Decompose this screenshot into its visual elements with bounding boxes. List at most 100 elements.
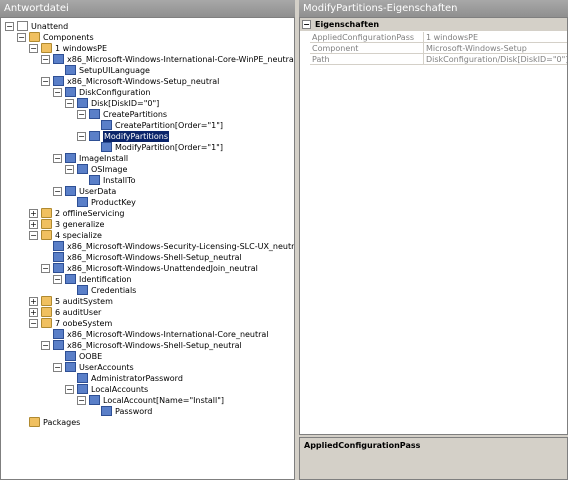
- tree-item-label[interactable]: AdministratorPassword: [91, 373, 183, 384]
- collapse-icon[interactable]: −: [77, 110, 86, 119]
- component-icon: [53, 340, 64, 350]
- property-row-applied-pass[interactable]: AppliedConfigurationPass 1 windowsPE: [310, 32, 567, 43]
- answer-file-tree[interactable]: − Unattend − Components −1 windowsPE − x86_Mic…: [0, 17, 295, 480]
- collapse-icon[interactable]: −: [77, 132, 86, 141]
- collapse-icon[interactable]: −: [5, 22, 14, 31]
- property-name: Component: [312, 43, 424, 54]
- setting-icon: [89, 109, 100, 119]
- collapse-icon[interactable]: −: [65, 385, 74, 394]
- collapse-icon[interactable]: −: [53, 275, 62, 284]
- setting-icon: [101, 120, 112, 130]
- tree-item-label[interactable]: 6 auditUser: [55, 307, 101, 318]
- collapse-icon[interactable]: −: [41, 77, 50, 86]
- tree-item-label[interactable]: UserData: [79, 186, 116, 197]
- expand-icon[interactable]: +: [29, 297, 38, 306]
- property-value[interactable]: DiskConfiguration/Disk[DiskID="0"]/Modif…: [426, 54, 567, 65]
- tree-item-label[interactable]: UserAccounts: [79, 362, 134, 373]
- tree-item-label[interactable]: Password: [115, 406, 152, 417]
- tree-item-label[interactable]: 2 offlineServicing: [55, 208, 125, 219]
- property-row-path[interactable]: Path DiskConfiguration/Disk[DiskID="0"]/…: [310, 54, 567, 65]
- tree-item-label[interactable]: ProductKey: [91, 197, 136, 208]
- properties-grid[interactable]: − Eigenschaften AppliedConfigurationPass…: [299, 17, 568, 435]
- setting-icon: [77, 197, 88, 207]
- answer-file-title: Antwortdatei: [4, 3, 69, 14]
- setting-icon: [101, 406, 112, 416]
- collapse-icon[interactable]: −: [53, 187, 62, 196]
- component-icon: [53, 54, 64, 64]
- tree-item-label[interactable]: ImageInstall: [79, 153, 128, 164]
- tree-item-label[interactable]: x86_Microsoft-Windows-International-Core…: [67, 329, 269, 340]
- tree-item-label[interactable]: 7 oobeSystem: [55, 318, 112, 329]
- tree-item-label[interactable]: x86_Microsoft-Windows-Security-Licensing…: [67, 241, 294, 252]
- collapse-icon[interactable]: −: [65, 99, 74, 108]
- tree-item-label[interactable]: Packages: [43, 417, 80, 428]
- tree-item-label[interactable]: OSImage: [91, 164, 127, 175]
- tree-item-label[interactable]: 4 specialize: [55, 230, 102, 241]
- pass-icon: [41, 208, 52, 218]
- collapse-icon[interactable]: −: [41, 264, 50, 273]
- tree-item-label[interactable]: x86_Microsoft-Windows-Setup_neutral: [67, 76, 219, 87]
- collapse-icon[interactable]: −: [53, 363, 62, 372]
- tree-item-label[interactable]: x86_Microsoft-Windows-Shell-Setup_neutra…: [67, 252, 242, 263]
- expand-icon[interactable]: +: [29, 220, 38, 229]
- tree-item-label[interactable]: x86_Microsoft-Windows-Shell-Setup_neutra…: [67, 340, 242, 351]
- tree-item-label[interactable]: DiskConfiguration: [79, 87, 150, 98]
- tree-item-label[interactable]: Disk[DiskID="0"]: [91, 98, 159, 109]
- tree-item-label[interactable]: CreatePartition[Order="1"]: [115, 120, 223, 131]
- pass-icon: [41, 43, 52, 53]
- tree-item-label[interactable]: 5 auditSystem: [55, 296, 113, 307]
- expand-icon[interactable]: +: [29, 308, 38, 317]
- collapse-icon[interactable]: −: [29, 44, 38, 53]
- pass-icon: [41, 219, 52, 229]
- property-value[interactable]: Microsoft-Windows-Setup: [426, 43, 567, 54]
- tree-item-label[interactable]: Components: [43, 32, 94, 43]
- setting-icon: [89, 395, 100, 405]
- collapse-icon[interactable]: −: [53, 88, 62, 97]
- setting-icon: [65, 87, 76, 97]
- properties-title: ModifyPartitions-Eigenschaften: [303, 3, 458, 14]
- tree-item-label[interactable]: CreatePartitions: [103, 109, 167, 120]
- pass-icon: [41, 318, 52, 328]
- setting-icon: [65, 351, 76, 361]
- tree-item-label[interactable]: LocalAccount[Name="Install"]: [103, 395, 224, 406]
- tree-item-label[interactable]: x86_Microsoft-Windows-UnattendedJoin_neu…: [67, 263, 258, 274]
- tree-item-label[interactable]: SetupUILanguage: [79, 65, 150, 76]
- property-value[interactable]: 1 windowsPE: [426, 32, 567, 43]
- pass-icon: [41, 296, 52, 306]
- component-icon: [53, 252, 64, 262]
- property-row-component[interactable]: Component Microsoft-Windows-Setup: [310, 43, 567, 54]
- collapse-icon[interactable]: −: [17, 33, 26, 42]
- tree-item-label[interactable]: ModifyPartitions: [103, 131, 170, 142]
- tree-item-label[interactable]: Credentials: [91, 285, 136, 296]
- tree-item-label[interactable]: Unattend: [31, 21, 68, 32]
- pass-icon: [41, 307, 52, 317]
- collapse-icon[interactable]: −: [77, 396, 86, 405]
- tree-item-label[interactable]: OOBE: [79, 351, 102, 362]
- tree-item-label[interactable]: 1 windowsPE: [55, 43, 107, 54]
- collapse-icon[interactable]: −: [41, 341, 50, 350]
- component-icon: [53, 76, 64, 86]
- collapse-icon[interactable]: −: [41, 55, 50, 64]
- setting-icon: [65, 153, 76, 163]
- tree-item-label[interactable]: 3 generalize: [55, 219, 104, 230]
- setting-icon: [65, 362, 76, 372]
- collapse-icon[interactable]: −: [29, 231, 38, 240]
- setting-icon: [77, 164, 88, 174]
- setting-icon: [77, 373, 88, 383]
- answer-file-header: Antwortdatei: [0, 0, 295, 17]
- tree-item-label[interactable]: InstallTo: [103, 175, 136, 186]
- tree-item-label[interactable]: Identification: [79, 274, 131, 285]
- collapse-icon[interactable]: −: [302, 20, 311, 29]
- expand-icon[interactable]: +: [29, 209, 38, 218]
- tree-item-label[interactable]: x86_Microsoft-Windows-International-Core…: [67, 54, 294, 65]
- setting-icon: [89, 131, 100, 141]
- tree-item-label[interactable]: LocalAccounts: [91, 384, 148, 395]
- tree-item-label[interactable]: ModifyPartition[Order="1"]: [115, 142, 223, 153]
- properties-category[interactable]: − Eigenschaften: [300, 18, 567, 31]
- root-icon: [17, 21, 28, 31]
- property-name: Path: [312, 54, 424, 65]
- collapse-icon[interactable]: −: [53, 154, 62, 163]
- setting-icon: [89, 175, 100, 185]
- collapse-icon[interactable]: −: [65, 165, 74, 174]
- collapse-icon[interactable]: −: [29, 319, 38, 328]
